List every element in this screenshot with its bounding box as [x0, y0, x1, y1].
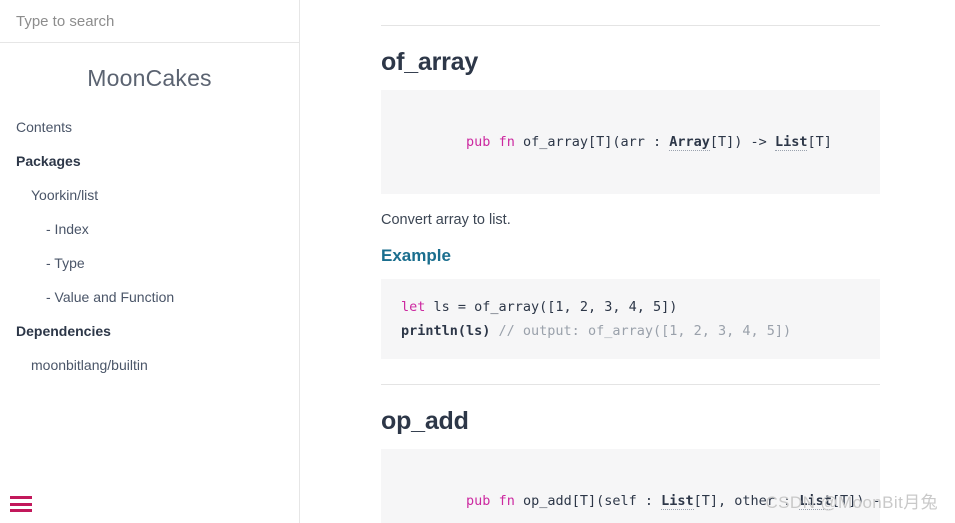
section-divider-op-add: [381, 383, 880, 385]
hamburger-menu-icon[interactable]: [8, 493, 34, 515]
sub-heading-example: Example: [381, 245, 451, 265]
token-fn-2: fn: [498, 492, 515, 509]
search-input[interactable]: [16, 12, 283, 30]
token-pub-2: pub: [466, 492, 491, 509]
hamburger-bar-3: [10, 509, 32, 512]
type-link-list-self[interactable]: List: [661, 492, 694, 510]
token-let-assign: ls = of_array([1, 2, 3, 4, 5]): [425, 298, 678, 315]
sidebar-item-value-and-function[interactable]: - Value and Function: [0, 280, 299, 314]
type-link-array[interactable]: Array: [669, 134, 710, 151]
section-divider-top: [381, 25, 880, 26]
sidebar-nav: Contents Packages Yoorkin/list - Index -…: [0, 96, 299, 382]
sidebar-item-contents[interactable]: Contents: [0, 110, 299, 144]
sidebar-item-type[interactable]: - Type: [0, 246, 299, 280]
main-content: of_array pub fn of_array[T](arr : Array[…: [300, 0, 955, 523]
signature-block-of-array: pub fn of_array[T](arr : Array[T]) -> Li…: [381, 90, 880, 194]
doc-body: of_array pub fn of_array[T](arr : Array[…: [300, 25, 955, 523]
token-space-2: [490, 493, 498, 509]
token-generic-tail: [T]: [807, 134, 832, 150]
app-root: MoonCakes Contents Packages Yoorkin/list…: [0, 0, 955, 523]
token-op-add-self: op_add[T](self :: [514, 492, 662, 509]
token-println: println(ls): [401, 322, 491, 339]
token-let: let: [401, 298, 426, 315]
page-title-of-array: of_array: [381, 48, 479, 76]
search-box[interactable]: [0, 0, 299, 43]
sidebar-item-packages[interactable]: Packages: [0, 144, 299, 178]
token-arrow: [T]) ->: [709, 134, 775, 150]
sidebar-item-moonbitlang-builtin[interactable]: moonbitlang/builtin: [0, 348, 299, 382]
watermark: CSDN @MoonBit月兔: [765, 493, 938, 512]
page-title-op-add: op_add: [381, 406, 469, 435]
token-output-comment: // output: of_array([1, 2, 3, 4, 5]): [490, 322, 792, 339]
sidebar: MoonCakes Contents Packages Yoorkin/list…: [0, 0, 300, 523]
sidebar-item-index[interactable]: - Index: [0, 212, 299, 246]
sidebar-item-dependencies[interactable]: Dependencies: [0, 314, 299, 348]
example-block-of-array: let ls = of_array([1, 2, 3, 4, 5]) print…: [381, 278, 880, 359]
sidebar-item-yoorkin-list[interactable]: Yoorkin/list: [0, 178, 299, 212]
hamburger-bar-2: [10, 502, 32, 506]
description-of-array: Convert array to list.: [381, 212, 511, 228]
token-fn: fn: [498, 134, 515, 150]
token-pub: pub: [466, 134, 491, 150]
token-space-1: [490, 134, 498, 150]
type-link-list[interactable]: List: [774, 134, 808, 151]
token-fn-params: of_array[T](arr :: [514, 134, 670, 150]
site-title: MoonCakes: [87, 65, 212, 91]
hamburger-bar-1: [10, 496, 32, 499]
